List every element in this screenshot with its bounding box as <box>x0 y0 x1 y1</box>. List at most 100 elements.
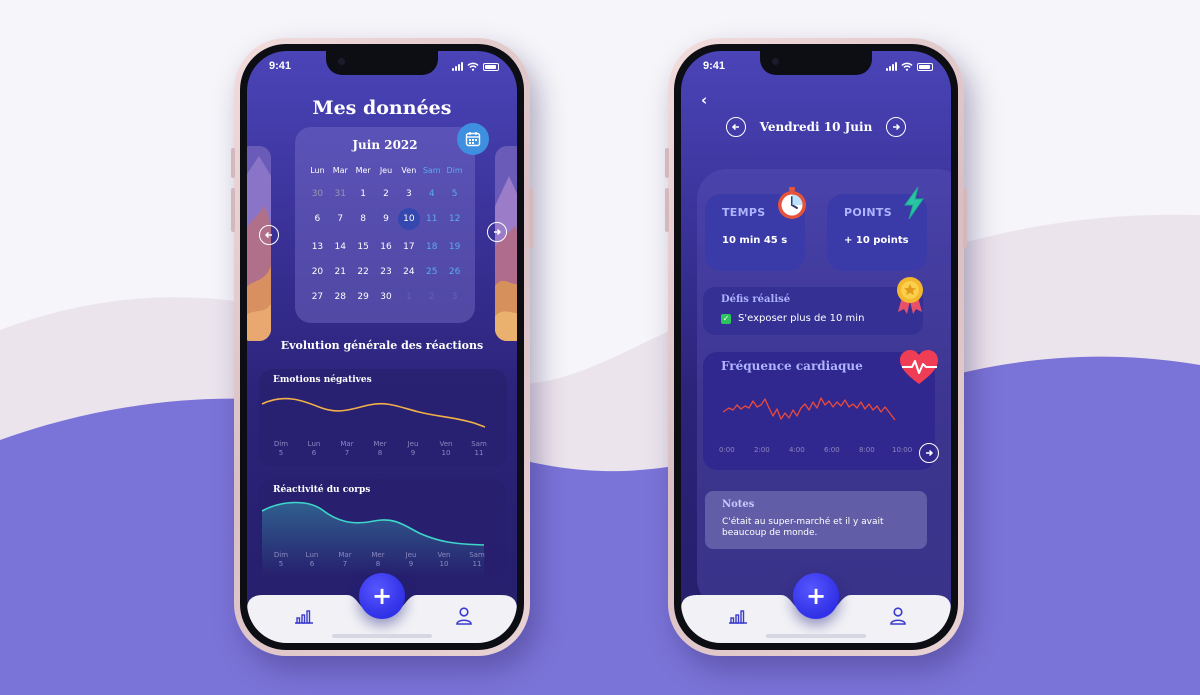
battery-icon <box>917 62 933 71</box>
weekday-label: Mer <box>355 166 371 175</box>
calendar-day[interactable]: 4 <box>420 186 443 202</box>
stats-tab-icon[interactable] <box>727 605 749 627</box>
background-wave <box>0 214 1200 695</box>
x-axis-label: Lun 6 <box>307 440 321 457</box>
stats-tab-icon[interactable] <box>293 605 315 627</box>
x-axis-label: 4:00 <box>789 446 805 454</box>
heart-rate-next-button[interactable] <box>919 443 939 463</box>
calendar-day[interactable]: 21 <box>329 264 352 280</box>
defi-item-text: S'exposer plus de 10 min <box>738 313 865 324</box>
bottom-tab-bar: + <box>247 573 517 643</box>
calendar-day[interactable]: 30 <box>375 289 398 305</box>
calendar-day[interactable]: 27 <box>306 289 329 305</box>
next-arrow-button[interactable] <box>487 222 507 242</box>
status-time: 9:41 <box>269 60 292 72</box>
calendar-day[interactable]: 6 <box>306 211 329 227</box>
x-axis-label: Jeu 9 <box>407 440 419 457</box>
defi-item: ✓ S'exposer plus de 10 min <box>721 313 864 324</box>
arrow-right-icon <box>494 228 502 236</box>
calendar-day-selected[interactable]: 10 <box>397 208 420 230</box>
weekday-label: Mar <box>332 166 348 175</box>
x-axis-label: Sam 11 <box>469 551 485 568</box>
calendar-day[interactable]: 29 <box>352 289 375 305</box>
calendar-day[interactable]: 13 <box>306 239 329 255</box>
next-card-preview[interactable] <box>495 146 517 341</box>
wifi-icon <box>901 62 913 71</box>
calendar-icon[interactable] <box>457 123 489 155</box>
calendar-day[interactable]: 17 <box>397 239 420 255</box>
signal-icon <box>886 62 897 71</box>
x-axis-label: Sam 11 <box>471 440 487 457</box>
calendar-day[interactable]: 3 <box>397 186 420 202</box>
add-button[interactable]: + <box>793 573 839 619</box>
calendar-day[interactable]: 11 <box>420 211 443 227</box>
notes-card[interactable]: Notes C'était au super-marché et il y av… <box>705 491 927 549</box>
calendar-day[interactable]: 5 <box>443 186 466 202</box>
calendar-day[interactable]: 23 <box>375 264 398 280</box>
x-axis-label: Dim 5 <box>273 551 289 568</box>
add-button[interactable]: + <box>359 573 405 619</box>
calendar-day[interactable]: 20 <box>306 264 329 280</box>
x-axis-label: Dim 5 <box>273 440 289 457</box>
signal-icon <box>452 62 463 71</box>
calendar-day[interactable]: 7 <box>329 211 352 227</box>
x-axis-label: Jeu 9 <box>405 551 417 568</box>
notch <box>326 51 438 75</box>
temps-card: TEMPS 10 min 45 s <box>705 187 806 271</box>
calendar-day[interactable]: 25 <box>420 264 443 280</box>
profile-tab-icon[interactable] <box>453 605 475 627</box>
calendar-day[interactable]: 22 <box>352 264 375 280</box>
calendar-card: Juin 2022 Lun Mar Mer Jeu Ven Sam Dim 30… <box>295 123 489 323</box>
profile-tab-icon[interactable] <box>887 605 909 627</box>
arrow-right-icon <box>926 449 934 457</box>
points-value: + 10 points <box>844 235 909 246</box>
date-navigator: Vendredi 10 Juin <box>681 117 951 137</box>
arrow-right-icon <box>893 123 901 131</box>
chart-card-emotions[interactable]: Emotions négatives Dim 5 Lun 6 Mar 7 Mer 8 J… <box>259 369 507 467</box>
section-title: Evolution générale des réactions <box>280 339 484 352</box>
calendar-day[interactable]: 24 <box>397 264 420 280</box>
notes-label: Notes <box>722 499 755 510</box>
calendar-day[interactable]: 14 <box>329 239 352 255</box>
prev-arrow-button[interactable] <box>259 225 279 245</box>
calendar-day[interactable]: 16 <box>375 239 398 255</box>
phone-left: 9:41 Mes données Juin 2022 Lun Mar Mer J… <box>231 38 533 656</box>
calendar-day[interactable]: 1 <box>352 186 375 202</box>
points-label: POINTS <box>844 206 892 219</box>
calendar-day[interactable]: 2 <box>420 289 443 305</box>
calendar-grid: Lun Mar Mer Jeu Ven Sam Dim 30 31 1 2 3 … <box>306 165 466 305</box>
defi-label: Défis réalisé <box>721 294 791 305</box>
calendar-day[interactable]: 3 <box>443 289 466 305</box>
chart-card-reactivite[interactable]: Réactivité du corps Dim 5 Lun 6 Mar 7 Mer 8 … <box>259 479 507 577</box>
phone-right: 9:41 ‹ Vendredi 10 Juin TEMPS 10 min 45 … <box>665 38 967 656</box>
checkbox-checked-icon: ✓ <box>721 313 731 324</box>
calendar-day[interactable]: 26 <box>443 264 466 280</box>
landscape-illustration <box>495 146 517 341</box>
weekday-label: Lun <box>310 166 325 175</box>
prev-day-button[interactable] <box>725 117 746 137</box>
next-day-button[interactable] <box>886 117 907 137</box>
calendar-day[interactable]: 31 <box>329 186 352 202</box>
calendar-day[interactable]: 9 <box>375 211 398 227</box>
calendar-day[interactable]: 19 <box>443 239 466 255</box>
back-button[interactable]: ‹ <box>701 91 707 109</box>
x-axis-label: 6:00 <box>824 446 840 454</box>
heart-rate-series-line <box>722 397 896 421</box>
calendar-day[interactable]: 12 <box>443 211 466 227</box>
heart-rate-card[interactable]: Fréquence cardiaque 0:00 2:00 4:00 6:00 … <box>703 350 938 470</box>
calendar-day[interactable]: 18 <box>420 239 443 255</box>
arrow-left-icon <box>264 231 272 239</box>
status-time: 9:41 <box>703 60 726 72</box>
calendar-day[interactable]: 28 <box>329 289 352 305</box>
current-date: Vendredi 10 Juin <box>759 120 873 134</box>
notch <box>760 51 872 75</box>
heart-rate-icon <box>900 350 938 384</box>
calendar-day[interactable]: 2 <box>375 186 398 202</box>
calendar-day[interactable]: 8 <box>352 211 375 227</box>
calendar-day[interactable]: 30 <box>306 186 329 202</box>
x-axis-label: Mer 8 <box>373 440 387 457</box>
x-axis-label: Mar 7 <box>338 551 352 568</box>
calendar-day[interactable]: 1 <box>397 289 420 305</box>
calendar-day[interactable]: 15 <box>352 239 375 255</box>
x-axis-label: Mer 8 <box>371 551 385 568</box>
